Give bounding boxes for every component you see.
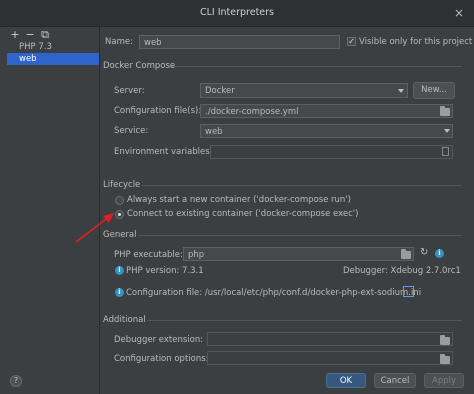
env-vars-field[interactable]: [210, 145, 453, 159]
close-icon[interactable]: ×: [452, 6, 466, 20]
apply-button[interactable]: Apply: [424, 373, 464, 388]
lifecycle-section-title: Lifecycle: [103, 180, 141, 190]
visible-only-label: Visible only for this project: [359, 37, 473, 47]
server-label: Server:: [114, 86, 145, 96]
config-file-text: Configuration file: /usr/local/etc/php/c…: [126, 288, 422, 298]
debugger-extension-field[interactable]: [207, 332, 453, 346]
php-executable-field[interactable]: php: [183, 247, 414, 261]
config-options-label: Configuration options:: [114, 354, 209, 364]
new-server-button[interactable]: New...: [413, 82, 455, 99]
service-dropdown[interactable]: web: [200, 124, 453, 138]
docker-compose-section-title: Docker Compose: [103, 61, 176, 71]
folder-icon[interactable]: [440, 106, 450, 116]
general-section-title: General: [103, 230, 137, 240]
exec-option-label: Connect to existing container ('docker-c…: [127, 209, 359, 219]
help-icon[interactable]: ?: [10, 375, 22, 387]
additional-separator: [147, 320, 462, 321]
general-separator: [138, 235, 462, 236]
folder-icon[interactable]: [440, 354, 450, 364]
cancel-button[interactable]: Cancel: [374, 373, 416, 388]
server-dropdown[interactable]: Docker: [200, 83, 408, 98]
add-icon[interactable]: +: [10, 29, 20, 40]
visible-only-checkbox[interactable]: ✓: [347, 37, 356, 46]
service-label: Service:: [114, 126, 149, 136]
info-icon: i: [115, 288, 124, 297]
folder-icon[interactable]: [440, 335, 450, 345]
window-title: CLI Interpreters: [199, 7, 275, 18]
config-files-label: Configuration file(s):: [114, 106, 202, 116]
ok-button[interactable]: OK: [326, 373, 366, 388]
run-option-label: Always start a new container ('docker-co…: [127, 195, 351, 205]
edit-icon[interactable]: [442, 147, 449, 156]
refresh-icon[interactable]: ↻: [420, 248, 430, 258]
env-vars-label: Environment variables:: [114, 147, 213, 157]
debugger-extension-label: Debugger extension:: [114, 335, 204, 345]
name-field[interactable]: web: [139, 35, 340, 49]
config-files-field[interactable]: ./docker-compose.yml: [200, 104, 453, 118]
info-icon[interactable]: i: [435, 249, 444, 258]
additional-section-title: Additional: [103, 315, 146, 325]
info-icon: i: [115, 266, 124, 275]
dropdown-arrow-icon: [444, 129, 450, 133]
docker-compose-separator: [172, 66, 462, 67]
php-version-text: PHP version: 7.3.1: [126, 266, 204, 276]
php-executable-label: PHP executable:: [114, 250, 183, 260]
folder-icon[interactable]: [401, 249, 411, 259]
open-config-link-icon[interactable]: [403, 286, 414, 297]
lifecycle-separator: [142, 185, 462, 186]
interpreter-item-web[interactable]: web: [7, 53, 99, 65]
dropdown-arrow-icon: [398, 89, 404, 93]
remove-icon[interactable]: −: [25, 29, 35, 40]
debugger-text: Debugger: Xdebug 2.7.0rc1: [343, 266, 461, 276]
copy-icon[interactable]: ⧉: [40, 29, 50, 40]
name-label: Name:: [105, 37, 133, 47]
config-options-field[interactable]: [207, 351, 453, 365]
interpreter-item-php73[interactable]: PHP 7.3: [7, 41, 99, 53]
